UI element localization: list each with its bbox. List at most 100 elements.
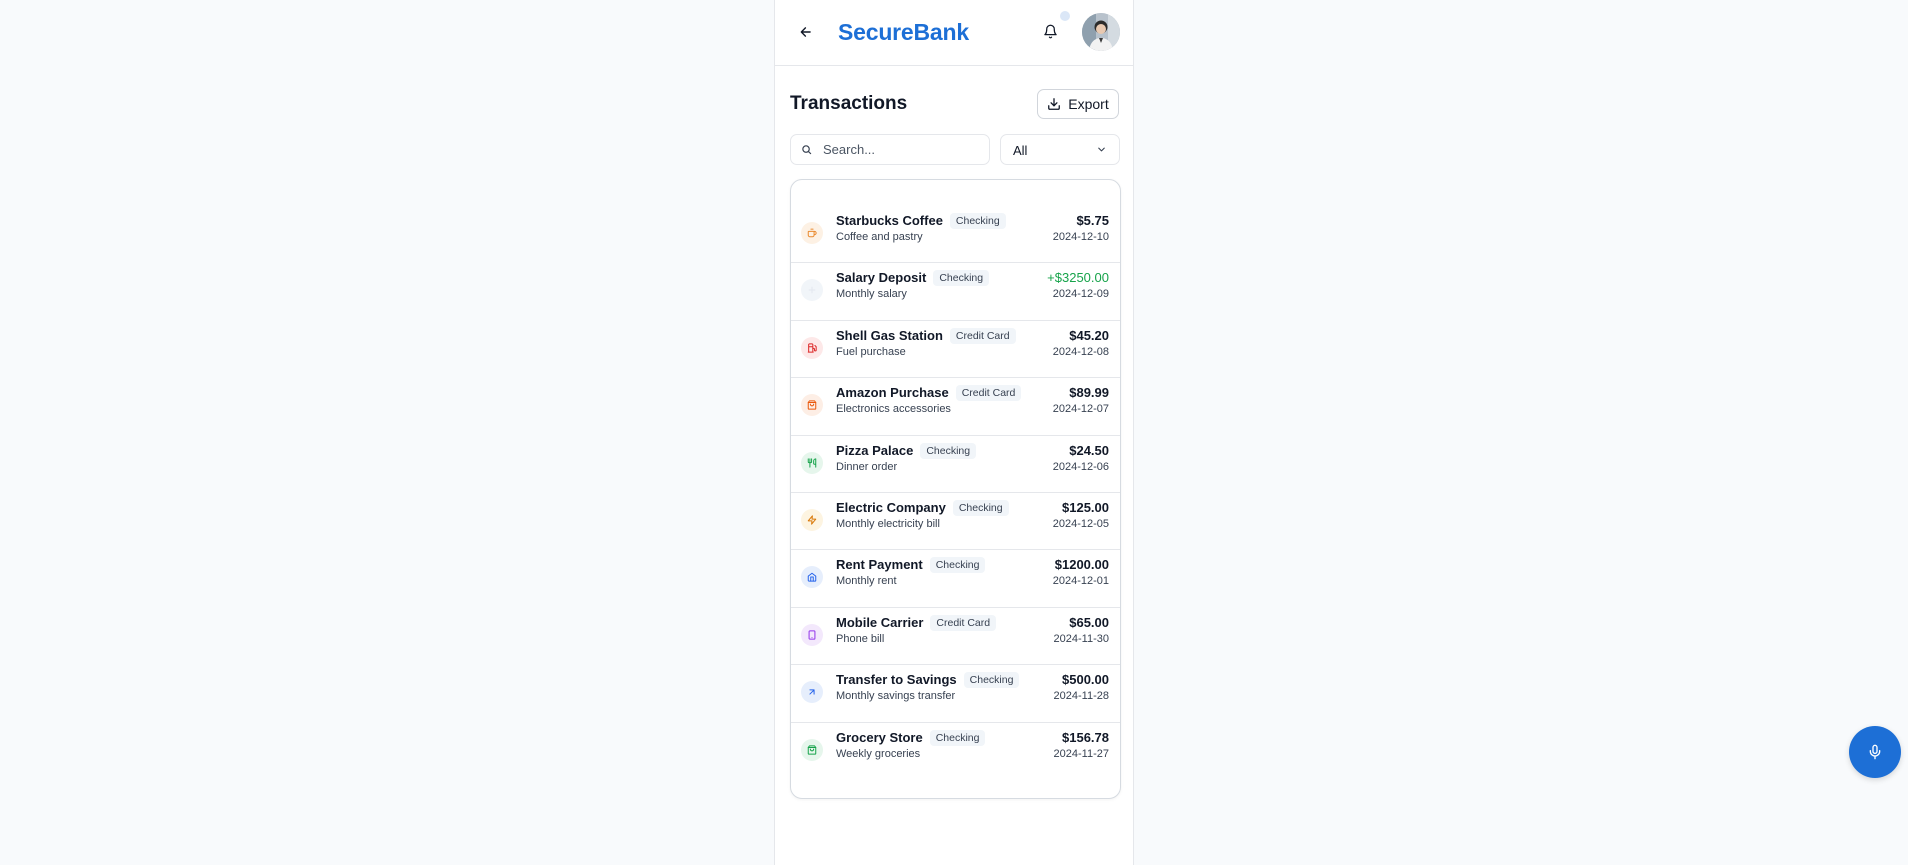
transaction-date: 2024-11-28 bbox=[1053, 690, 1109, 703]
transaction-name: Amazon Purchase bbox=[836, 385, 949, 401]
transaction-amount: $5.75 bbox=[1076, 213, 1109, 228]
transaction-row[interactable]: Grocery Store Checking Weekly groceries $15… bbox=[791, 723, 1120, 780]
microphone-icon bbox=[1869, 744, 1881, 760]
transaction-amount: $45.20 bbox=[1069, 327, 1109, 343]
account-badge: Checking bbox=[929, 557, 986, 574]
lightning-icon bbox=[801, 508, 823, 531]
account-badge: Credit Card bbox=[955, 385, 1022, 402]
transaction-name: Transfer to Savings bbox=[836, 672, 957, 688]
user-photo bbox=[1082, 13, 1120, 51]
app-header: SecureBank bbox=[775, 0, 1133, 66]
filter-selected-value: All bbox=[1013, 143, 1028, 158]
utensils-icon bbox=[801, 451, 823, 474]
brand-logo: SecureBank bbox=[838, 19, 969, 45]
account-badge: Checking bbox=[929, 729, 986, 746]
transaction-name: Mobile Carrier bbox=[836, 614, 924, 630]
transaction-description: Dinner order bbox=[836, 460, 898, 473]
transaction-description: Phone bill bbox=[836, 632, 885, 645]
arrow-up-right-icon bbox=[801, 681, 823, 704]
fuel-icon bbox=[801, 336, 823, 359]
transaction-name: Rent Payment bbox=[836, 557, 923, 573]
account-badge: Credit Card bbox=[949, 327, 1016, 344]
transaction-name-line: Salary Deposit Checking bbox=[836, 270, 990, 287]
transaction-row[interactable]: Electric Company Checking Monthly electric… bbox=[791, 493, 1120, 551]
transaction-date: 2024-12-05 bbox=[1052, 517, 1109, 530]
arrow-left-icon bbox=[800, 27, 811, 37]
transaction-date: 2024-12-06 bbox=[1052, 460, 1109, 473]
account-badge: Checking bbox=[949, 213, 1006, 229]
page-title: Transactions bbox=[790, 93, 908, 114]
notification-dot bbox=[1060, 11, 1070, 21]
search-box bbox=[790, 134, 990, 165]
shopping-bag-icon bbox=[801, 394, 823, 417]
transaction-name-line: Mobile Carrier Credit Card bbox=[836, 614, 997, 631]
transaction-amount: +$3250.00 bbox=[1047, 270, 1109, 286]
transaction-row[interactable]: Mobile Carrier Credit Card Phone bill $65.0… bbox=[791, 608, 1120, 666]
export-label: Export bbox=[1068, 96, 1109, 112]
basket-icon bbox=[801, 738, 823, 761]
transaction-row[interactable]: Rent Payment Checking Monthly rent $1200.00… bbox=[791, 550, 1120, 608]
transaction-description: Monthly savings transfer bbox=[836, 690, 956, 703]
transaction-name-line: Shell Gas Station Credit Card bbox=[836, 327, 1016, 344]
app-frame: SecureBank Transactions Export Search...… bbox=[774, 0, 1134, 865]
transactions-card: Starbucks Coffee Checking Coffee and pastr… bbox=[790, 179, 1121, 799]
transaction-date: 2024-11-27 bbox=[1053, 747, 1109, 760]
voice-assistant-button[interactable] bbox=[1849, 726, 1901, 778]
transaction-name: Starbucks Coffee bbox=[836, 213, 943, 228]
transaction-amount: $500.00 bbox=[1062, 672, 1109, 688]
transaction-name-line: Grocery Store Checking bbox=[836, 729, 986, 746]
transaction-list: Starbucks Coffee Checking Coffee and pastr… bbox=[791, 206, 1120, 780]
transaction-date: 2024-12-09 bbox=[1052, 288, 1109, 301]
account-badge: Credit Card bbox=[930, 614, 997, 631]
deposit-icon bbox=[801, 279, 823, 302]
transaction-date: 2024-11-30 bbox=[1053, 632, 1109, 645]
bell-icon bbox=[1043, 24, 1057, 38]
coffee-icon bbox=[801, 222, 823, 244]
transaction-name-line: Pizza Palace Checking bbox=[836, 442, 977, 459]
transaction-amount: $156.78 bbox=[1062, 729, 1109, 745]
avatar[interactable] bbox=[1082, 13, 1120, 51]
transaction-name: Grocery Store bbox=[836, 729, 923, 745]
transaction-row[interactable]: Pizza Palace Checking Dinner order $24.50 20… bbox=[791, 436, 1120, 493]
transaction-description: Monthly electricity bill bbox=[836, 517, 940, 530]
transaction-amount: $1200.00 bbox=[1054, 557, 1109, 573]
account-badge: Checking bbox=[952, 499, 1009, 516]
transaction-description: Electronics accessories bbox=[836, 403, 951, 416]
transaction-description: Weekly groceries bbox=[836, 747, 921, 760]
transaction-amount: $89.99 bbox=[1069, 385, 1109, 401]
transaction-description: Monthly salary bbox=[836, 288, 907, 301]
transaction-row[interactable]: Starbucks Coffee Checking Coffee and pastr… bbox=[791, 206, 1120, 264]
transaction-row[interactable]: Amazon Purchase Credit Card Electronics ac… bbox=[791, 378, 1120, 436]
transaction-description: Fuel purchase bbox=[836, 345, 906, 358]
transaction-date: 2024-12-08 bbox=[1052, 345, 1109, 358]
transaction-name: Salary Deposit bbox=[836, 270, 927, 286]
phone-icon bbox=[801, 623, 823, 646]
transaction-amount: $65.00 bbox=[1069, 614, 1109, 630]
back-button[interactable] bbox=[793, 19, 819, 45]
export-button[interactable]: Export bbox=[1037, 89, 1119, 119]
transaction-row[interactable]: Shell Gas Station Credit Card Fuel purchas… bbox=[791, 321, 1120, 379]
transaction-row[interactable]: Salary Deposit Checking Monthly salary +$32… bbox=[791, 263, 1120, 321]
transaction-date: 2024-12-10 bbox=[1052, 231, 1109, 243]
transaction-name-line: Transfer to Savings Checking bbox=[836, 672, 1020, 689]
transaction-amount: $24.50 bbox=[1069, 442, 1109, 458]
transaction-description: Coffee and pastry bbox=[836, 231, 923, 243]
search-icon bbox=[802, 145, 812, 155]
chevron-down-icon bbox=[1098, 147, 1105, 152]
transaction-name-line: Amazon Purchase Credit Card bbox=[836, 385, 1022, 402]
transaction-row[interactable]: Transfer to Savings Checking Monthly savin… bbox=[791, 665, 1120, 723]
transaction-name-line: Rent Payment Checking bbox=[836, 557, 986, 574]
account-filter-select[interactable]: All bbox=[1000, 134, 1120, 165]
account-badge: Checking bbox=[933, 270, 990, 287]
transaction-date: 2024-12-01 bbox=[1052, 575, 1109, 588]
transaction-description: Monthly rent bbox=[836, 575, 897, 588]
transaction-amount: $125.00 bbox=[1062, 499, 1109, 515]
notifications-button[interactable] bbox=[1039, 20, 1061, 42]
download-icon bbox=[1048, 98, 1061, 110]
transaction-name: Pizza Palace bbox=[836, 442, 914, 458]
search-input[interactable] bbox=[823, 135, 983, 164]
transaction-name-line: Starbucks Coffee Checking bbox=[836, 213, 1006, 229]
page-title-row: Transactions Export bbox=[775, 66, 1133, 130]
account-badge: Checking bbox=[963, 672, 1020, 689]
transaction-date: 2024-12-07 bbox=[1052, 403, 1109, 416]
